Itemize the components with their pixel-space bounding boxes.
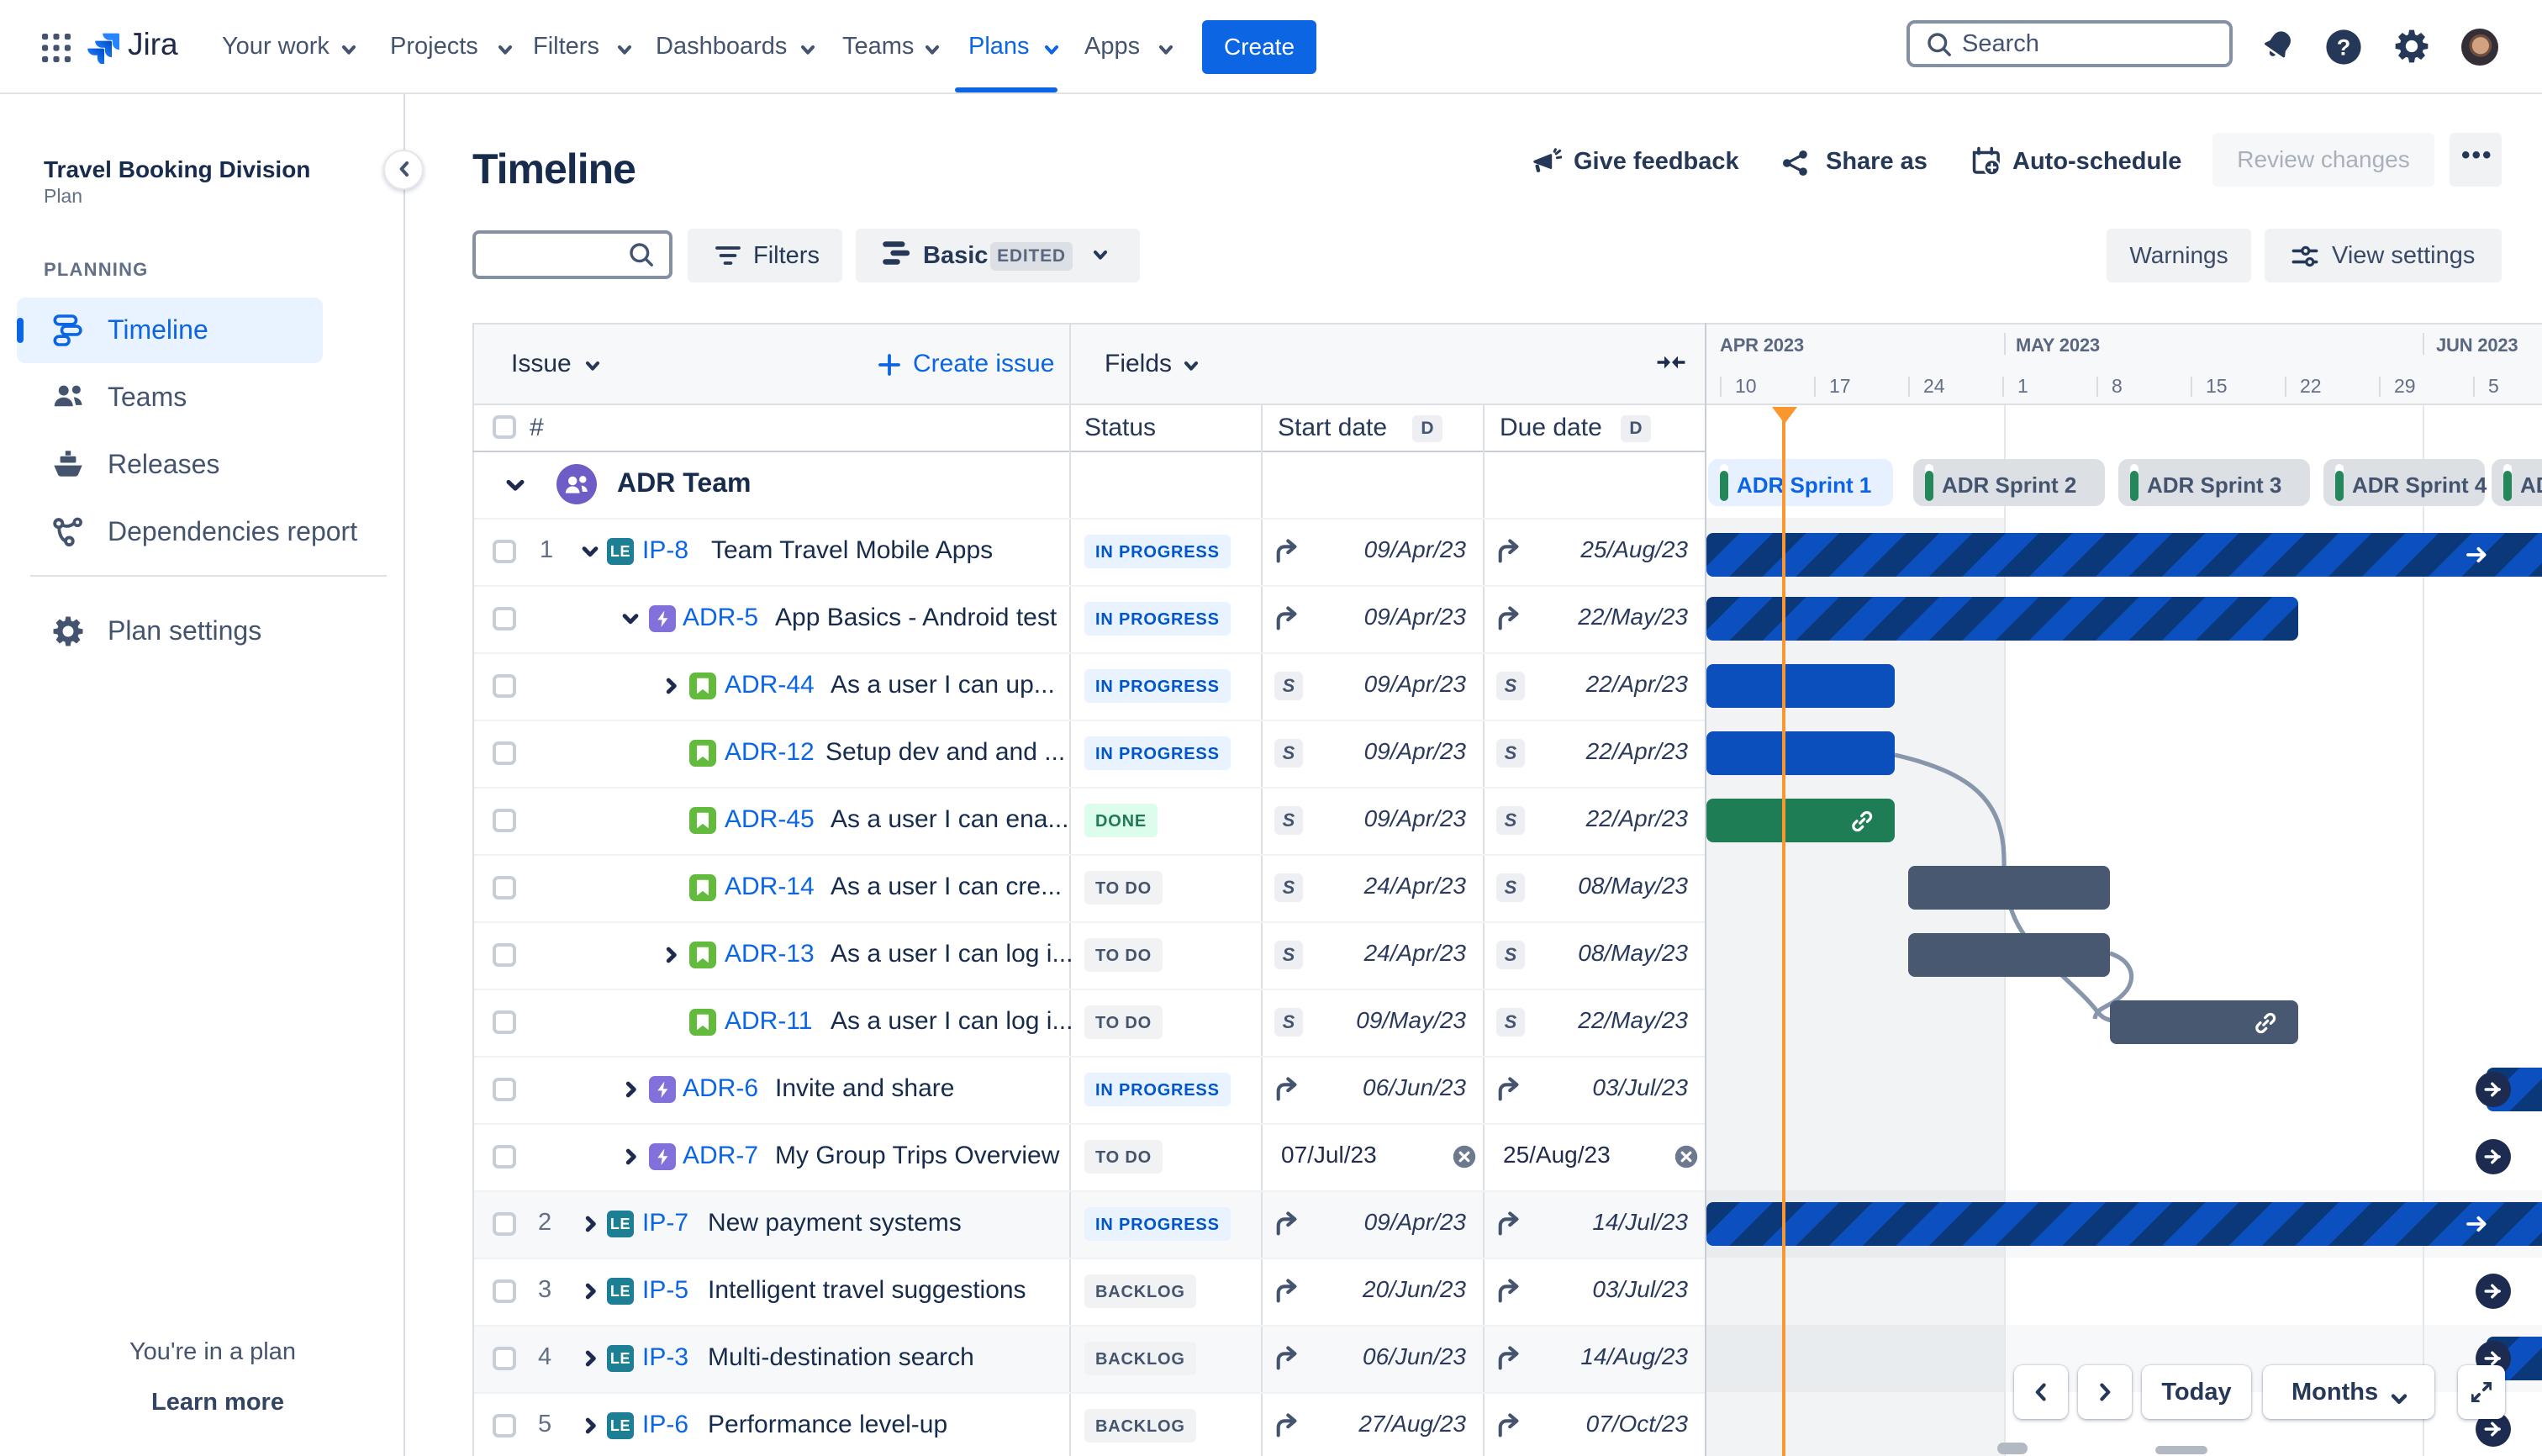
- svg-text:?: ?: [2337, 35, 2351, 61]
